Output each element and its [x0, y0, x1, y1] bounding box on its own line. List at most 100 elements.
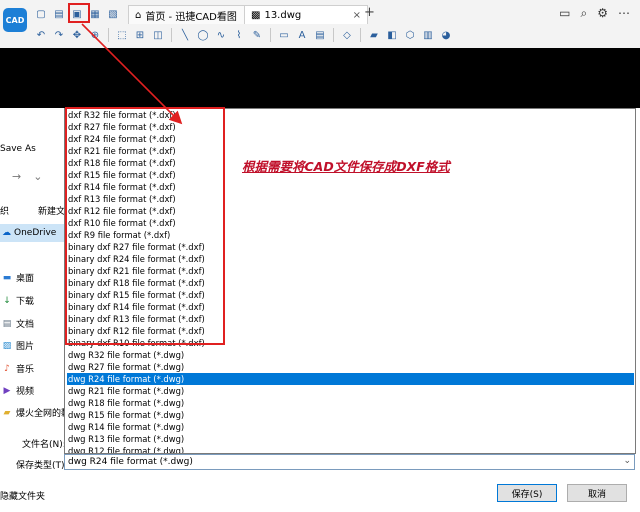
save-button[interactable]: 保存(S) — [497, 484, 557, 502]
pan-icon[interactable]: ✥ — [70, 28, 84, 42]
app-logo[interactable]: CAD — [3, 8, 27, 32]
drawing-icon: ▩ — [251, 9, 261, 21]
filetype-select[interactable]: dwg R24 file format (*.dwg) ⌄ — [64, 454, 635, 470]
circle-icon[interactable]: ◯ — [196, 28, 210, 42]
layer-icon[interactable]: ◫ — [151, 28, 165, 42]
folder-icon: ▰ — [3, 407, 11, 418]
mtext-icon[interactable]: ▤ — [313, 28, 327, 42]
close-icon[interactable]: × — [353, 10, 361, 21]
gear-icon[interactable]: ⚙ — [597, 6, 608, 21]
nav-item-pictures[interactable]: ▨ 图片 — [2, 339, 35, 353]
format-option[interactable]: binary dxf R12 file format (*.dxf) — [67, 325, 205, 337]
new-folder-button[interactable]: 新建文 — [38, 204, 65, 217]
toolbar-divider — [108, 28, 109, 42]
format-option[interactable]: dwg R15 file format (*.dwg) — [67, 409, 184, 421]
desktop-icon: ▬ — [2, 272, 12, 283]
dialog-title: Save As — [0, 144, 36, 154]
home-icon: ⌂ — [135, 9, 142, 21]
dialog-nav-buttons: → ⌄ — [12, 170, 42, 183]
new-file-icon[interactable]: ▢ — [34, 7, 48, 21]
format-option[interactable]: binary dxf R27 file format (*.dxf) — [67, 241, 205, 253]
format-option[interactable]: binary dxf R15 file format (*.dxf) — [67, 289, 205, 301]
arc-icon[interactable]: ∿ — [214, 28, 228, 42]
new-tab-icon[interactable]: + — [364, 5, 375, 20]
format-option[interactable]: dwg R14 file format (*.dwg) — [67, 421, 184, 433]
format-option[interactable]: dwg R12 file format (*.dwg) — [67, 445, 184, 453]
format-option[interactable]: dxf R24 file format (*.dxf) — [67, 133, 176, 145]
zoom-extents-icon[interactable]: ⊞ — [133, 28, 147, 42]
nav-item-label: 下载 — [16, 297, 35, 307]
text-icon[interactable]: A — [295, 28, 309, 42]
clear-icon[interactable]: ◇ — [340, 28, 354, 42]
print-icon[interactable]: ▦ — [88, 7, 102, 21]
format-option[interactable]: binary dxf R21 file format (*.dxf) — [67, 265, 205, 277]
tab-home-label: 首页 - 迅捷CAD看图 — [145, 11, 237, 23]
organize-button[interactable]: 织 — [0, 204, 9, 217]
save-highlight-box — [68, 3, 90, 23]
undo-icon[interactable]: ↶ — [34, 28, 48, 42]
drawing-canvas[interactable] — [0, 48, 640, 108]
chevron-down-icon[interactable]: ⌄ — [623, 456, 631, 466]
format-option[interactable]: dwg R13 file format (*.dwg) — [67, 433, 184, 445]
format-option[interactable]: dxf R15 file format (*.dxf) — [67, 169, 176, 181]
eraser-icon[interactable]: ✎ — [250, 28, 264, 42]
layers-icon[interactable]: ◧ — [385, 28, 399, 42]
zoom-icon[interactable]: ⊕ — [88, 28, 102, 42]
format-option[interactable]: dwg R32 file format (*.dwg) — [67, 349, 184, 361]
tab-home[interactable]: ⌂ 首页 - 迅捷CAD看图 — [128, 5, 246, 24]
nav-item-label: 图片 — [16, 342, 35, 352]
format-option[interactable]: binary dxf R10 file format (*.dxf) — [67, 337, 205, 349]
export-icon[interactable]: ▧ — [106, 7, 120, 21]
nav-item-label: 视频 — [16, 387, 35, 397]
format-option[interactable]: dxf R32 file format (*.dxf) — [67, 109, 176, 121]
redo-icon[interactable]: ↷ — [52, 28, 66, 42]
more-icon[interactable]: ⋯ — [618, 6, 630, 21]
format-option[interactable]: dxf R14 file format (*.dxf) — [67, 181, 176, 193]
render-icon[interactable]: ◕ — [439, 28, 453, 42]
line-icon[interactable]: ╲ — [178, 28, 192, 42]
search-icon[interactable]: ⌕ — [581, 6, 588, 21]
format-option[interactable]: binary dxf R24 file format (*.dxf) — [67, 253, 205, 265]
format-option[interactable]: dxf R12 file format (*.dxf) — [67, 205, 176, 217]
format-option[interactable]: dxf R18 file format (*.dxf) — [67, 157, 176, 169]
format-option[interactable]: dwg R18 file format (*.dwg) — [67, 397, 184, 409]
window-tools: ▭ ⌕ ⚙ ⋯ — [559, 6, 630, 21]
format-option[interactable]: dwg R27 file format (*.dwg) — [67, 361, 184, 373]
format-option[interactable]: dxf R27 file format (*.dxf) — [67, 121, 176, 133]
tab-drawing[interactable]: ▩ 13.dwg × — [244, 5, 368, 24]
block-icon[interactable]: ▥ — [421, 28, 435, 42]
cancel-button[interactable]: 取消 — [567, 484, 627, 502]
hide-folders-toggle[interactable]: 隐藏文件夹 — [0, 489, 45, 502]
nav-item-music[interactable]: ♪ 音乐 — [2, 362, 34, 376]
monitor-icon[interactable]: ▭ — [559, 6, 570, 21]
nav-item-videos[interactable]: ▶ 视频 — [2, 384, 35, 398]
toolbar-row-draw: ↶ ↷ ✥ ⊕ ⬚ ⊞ ◫ ╲ ◯ ∿ ⌇ ✎ ▭ A ▤ ◇ ▰ ◧ ⬡ ▥ … — [34, 26, 453, 44]
chevron-down-icon[interactable]: ⌄ — [33, 170, 42, 183]
zoom-window-icon[interactable]: ⬚ — [115, 28, 129, 42]
nav-item-desktop[interactable]: ▬ 桌面 — [2, 271, 35, 285]
nav-item-label: 文档 — [16, 320, 35, 330]
nav-item-label: 桌面 — [16, 274, 35, 284]
nav-item-folder[interactable]: ▰ 爆火全网的黏 — [2, 406, 70, 420]
format-option[interactable]: dxf R9 file format (*.dxf) — [67, 229, 170, 241]
format-option-selected[interactable]: dwg R24 file format (*.dwg) — [67, 373, 634, 385]
rectangle-icon[interactable]: ▭ — [277, 28, 291, 42]
color-icon[interactable]: ▰ — [367, 28, 381, 42]
format-option[interactable]: dxf R21 file format (*.dxf) — [67, 145, 176, 157]
filename-label: 文件名(N): — [22, 440, 66, 450]
format-option[interactable]: dxf R10 file format (*.dxf) — [67, 217, 176, 229]
nav-item-downloads[interactable]: ↓ 下载 — [2, 294, 35, 308]
format-option[interactable]: binary dxf R18 file format (*.dxf) — [67, 277, 205, 289]
format-option[interactable]: binary dxf R13 file format (*.dxf) — [67, 313, 205, 325]
cloud-icon: ☁ — [2, 228, 11, 238]
3d-icon[interactable]: ⬡ — [403, 28, 417, 42]
nav-item-documents[interactable]: ▤ 文档 — [2, 317, 35, 331]
filetype-value: dwg R24 file format (*.dwg) — [68, 457, 193, 467]
format-option[interactable]: dwg R21 file format (*.dwg) — [67, 385, 184, 397]
format-option[interactable]: binary dxf R14 file format (*.dxf) — [67, 301, 205, 313]
format-option[interactable]: dxf R13 file format (*.dxf) — [67, 193, 176, 205]
polyline-icon[interactable]: ⌇ — [232, 28, 246, 42]
open-file-icon[interactable]: ▤ — [52, 7, 66, 21]
forward-icon[interactable]: → — [12, 170, 21, 183]
nav-item-onedrive[interactable]: ☁ OneDrive — [0, 224, 64, 242]
